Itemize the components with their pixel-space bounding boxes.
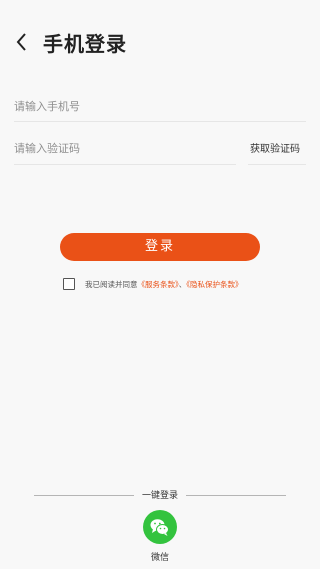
agreement-prefix: 我已阅读并同意 [85, 280, 138, 289]
privacy-terms-link[interactable]: 《隐私保护条款》 [186, 280, 242, 289]
divider [14, 121, 306, 122]
page-title: 手机登录 [43, 32, 127, 56]
agreement-checkbox[interactable] [63, 278, 75, 290]
oneclick-divider: 一键登录 [34, 488, 286, 502]
wechat-label: 微信 [150, 553, 169, 563]
divider [14, 164, 236, 165]
agreement-row: 我已阅读并同意《服务条款》、《隐私保护条款》 [63, 278, 293, 292]
oneclick-label: 一键登录 [141, 491, 178, 501]
login-button[interactable]: 登录 [60, 233, 260, 261]
back-button[interactable] [14, 30, 30, 54]
service-terms-link[interactable]: 《服务条款》 [138, 280, 179, 289]
divider-line [34, 495, 134, 496]
divider [248, 164, 306, 165]
get-code-button[interactable]: 获取验证码 [250, 140, 300, 155]
agreement-text: 我已阅读并同意《服务条款》、《隐私保护条款》 [85, 279, 243, 290]
divider-line [186, 495, 286, 496]
code-input[interactable] [14, 138, 234, 158]
wechat-login-button[interactable] [143, 510, 177, 544]
phone-input[interactable] [14, 96, 306, 116]
header: 手机登录 [0, 0, 320, 80]
chevron-left-icon [16, 33, 26, 51]
wechat-icon [150, 519, 169, 536]
